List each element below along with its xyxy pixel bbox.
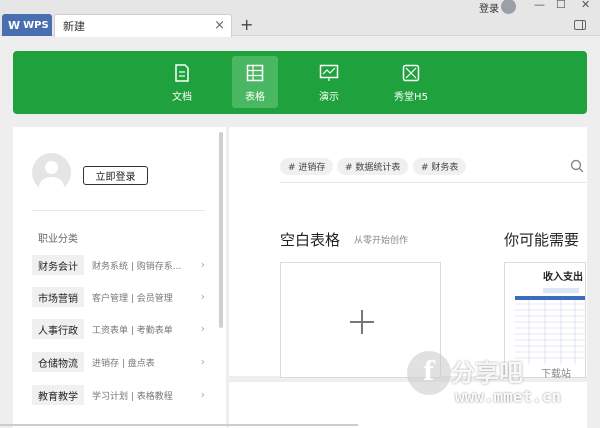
category-sub[interactable]: 进销存 | 盘点表: [92, 356, 155, 369]
title-bar: W WPS 新建 × + 登录 — ☐ ✕: [0, 0, 600, 37]
wps-logo-icon: W: [8, 18, 21, 32]
sidebar-scrollbar[interactable]: [219, 132, 223, 328]
watermark-text: 分享吧: [451, 359, 523, 387]
document-icon: [175, 64, 189, 82]
chevron-right-icon: ›: [200, 355, 205, 368]
nav-document-label: 文档: [172, 92, 192, 103]
category-sub[interactable]: 工资表单 | 考勤表单: [92, 323, 173, 336]
watermark-url: www.mmet.cn: [455, 387, 561, 406]
category-label: 人事行政: [32, 319, 84, 339]
watermark-logo: f 分享吧 下载站 www.mmet.cn: [395, 345, 590, 415]
table-icon: [246, 64, 264, 82]
add-tab-icon[interactable]: +: [240, 15, 253, 34]
category-label: 教育教学: [32, 385, 84, 405]
login-now-button[interactable]: 立即登录: [83, 166, 148, 185]
recommend-title: 你可能需要: [504, 231, 580, 249]
category-item-marketing[interactable]: 市场营销 客户管理 | 会员管理 ›: [32, 287, 207, 307]
category-sub[interactable]: 学习计划 | 表格教程: [92, 389, 173, 402]
doc-tab-label: 新建: [63, 20, 85, 33]
plus-icon-vertical: [361, 310, 363, 334]
category-label: 财务会计: [32, 255, 84, 275]
wps-app-tab[interactable]: W WPS: [2, 14, 52, 36]
chevron-right-icon: ›: [200, 322, 205, 335]
watermark-small: 下载站: [541, 369, 571, 380]
chevron-right-icon: ›: [200, 290, 205, 303]
search-tag-inventory[interactable]: # 进销存: [280, 158, 334, 175]
search-tag-statistics[interactable]: # 数据统计表: [337, 158, 409, 175]
top-login-link[interactable]: 登录: [479, 0, 499, 15]
template-title: 收入支出: [543, 272, 583, 283]
blank-sheet-subtitle: 从零开始创作: [354, 236, 409, 246]
category-item-logistics[interactable]: 仓储物流 进销存 | 盘点表 ›: [32, 352, 207, 372]
category-section-title: 职业分类: [38, 234, 78, 245]
category-item-finance[interactable]: 财务会计 财务系统 | 购销存系... ›: [32, 255, 207, 275]
new-document-tab[interactable]: 新建 ×: [54, 14, 232, 37]
category-item-hr[interactable]: 人事行政 工资表单 | 考勤表单 ›: [32, 319, 207, 339]
nav-h5-label: 秀堂H5: [394, 92, 428, 103]
presentation-icon: [319, 64, 339, 81]
h5-icon: [402, 64, 420, 82]
blank-sheet-title: 空白表格: [280, 231, 341, 249]
app-type-banner: 文档 表格 演示 秀堂H5: [13, 51, 587, 114]
search-tag-finance[interactable]: # 财务表: [413, 158, 467, 175]
search-underline: [280, 182, 586, 183]
nav-spreadsheet[interactable]: 表格: [232, 56, 278, 108]
nav-presentation[interactable]: 演示: [306, 56, 352, 108]
chevron-right-icon: ›: [200, 258, 205, 271]
close-tab-icon[interactable]: ×: [214, 18, 225, 33]
wps-tab-label: WPS: [23, 19, 49, 31]
maximize-icon[interactable]: ☐: [556, 0, 566, 11]
account-avatar-icon: [32, 153, 71, 192]
sidebar-toggle-icon[interactable]: [574, 20, 586, 30]
chevron-right-icon: ›: [200, 388, 205, 401]
category-item-education[interactable]: 教育教学 学习计划 | 表格教程 ›: [32, 385, 207, 405]
nav-h5[interactable]: 秀堂H5: [387, 56, 435, 108]
category-label: 市场营销: [32, 287, 84, 307]
nav-presentation-label: 演示: [319, 92, 339, 103]
category-sub[interactable]: 客户管理 | 会员管理: [92, 291, 173, 304]
divider: [32, 210, 205, 211]
nav-document[interactable]: 文档: [159, 56, 205, 108]
close-window-icon[interactable]: ✕: [581, 0, 590, 11]
search-icon[interactable]: [570, 159, 584, 173]
watermark-f: f: [423, 357, 435, 387]
nav-spreadsheet-label: 表格: [245, 92, 265, 103]
category-label: 仓储物流: [32, 352, 84, 372]
minimize-icon[interactable]: —: [534, 0, 545, 11]
user-avatar-icon[interactable]: [501, 0, 516, 14]
horizontal-scrollbar[interactable]: [0, 422, 360, 428]
category-sub[interactable]: 财务系统 | 购销存系...: [92, 259, 181, 272]
